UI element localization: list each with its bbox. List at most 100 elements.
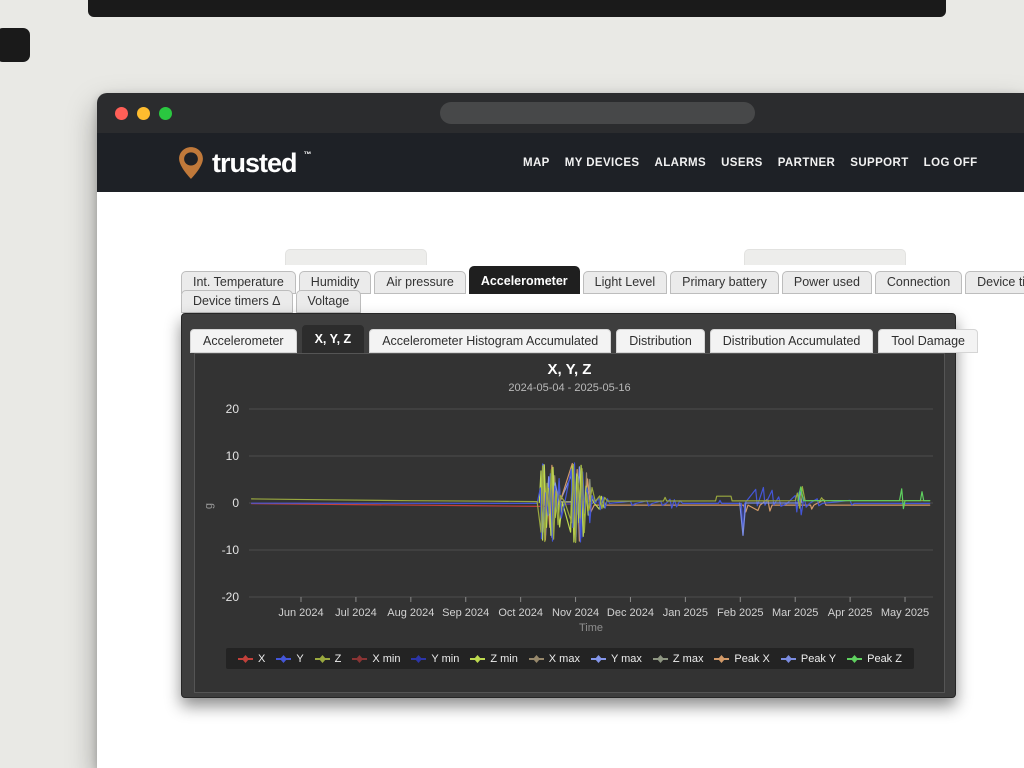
y-axis-label: g [203,503,215,509]
brand-name: trusted [212,148,297,179]
tab-device-timers[interactable]: Device timers [965,271,1024,294]
address-bar[interactable] [440,102,755,124]
background-top-bar-fragment [88,0,946,17]
legend-item-y[interactable]: Y [276,653,303,665]
brand-trademark: ™ [304,150,312,159]
legend-marker-icon [591,654,606,664]
legend-item-x-max[interactable]: X max [529,653,580,665]
legend-label: Y [296,653,303,665]
legend-item-peak-x[interactable]: Peak X [714,653,769,665]
location-pin-icon [176,144,206,182]
legend-item-z-max[interactable]: Z max [653,653,704,665]
x-tick-label: Oct 2024 [498,607,543,619]
minimize-window-button[interactable] [137,107,150,120]
nav-item-my-devices[interactable]: MY DEVICES [565,157,640,169]
tab-connection[interactable]: Connection [875,271,962,294]
app-navbar: trusted ™ MAP MY DEVICES ALARMS USERS PARTNER… [97,133,1024,192]
legend-item-y-max[interactable]: Y max [591,653,642,665]
legend-marker-icon [653,654,668,664]
nav-item-map[interactable]: MAP [523,157,550,169]
legend-marker-icon [411,654,426,664]
legend-marker-icon [238,654,253,664]
tab-air-pressure[interactable]: Air pressure [374,271,465,294]
subtab-x-y-z[interactable]: X, Y, Z [302,325,365,353]
nav-item-partner[interactable]: PARTNER [778,157,836,169]
legend-label: X max [549,653,580,665]
browser-window: trusted ™ MAP MY DEVICES ALARMS USERS PARTNER… [97,93,1024,768]
legend-item-peak-z[interactable]: Peak Z [847,653,902,665]
close-window-button[interactable] [115,107,128,120]
subtab-accelerometer[interactable]: Accelerometer [190,329,297,353]
tab-power-used[interactable]: Power used [782,271,872,294]
legend-label: Y min [431,653,459,665]
legend-marker-icon [847,654,862,664]
legend-label: X min [372,653,400,665]
x-tick-label: Dec 2024 [607,607,654,619]
legend-label: Z [335,653,342,665]
legend-marker-icon [315,654,330,664]
chart-title: X, Y, Z [195,361,944,378]
legend-label: Z max [673,653,704,665]
y-tick-label: 20 [226,402,240,416]
nav-item-users[interactable]: USERS [721,157,763,169]
x-tick-label: Jul 2024 [335,607,377,619]
legend-marker-icon [529,654,544,664]
legend-marker-icon [781,654,796,664]
ghost-tab [285,249,427,265]
x-tick-label: Jun 2024 [278,607,323,619]
legend-label: Y max [611,653,642,665]
tab-voltage[interactable]: Voltage [296,290,362,313]
chart-area: 20100-10-20Jun 2024Jul 2024Aug 2024Sep 2… [194,353,945,693]
nav-menu: MAP MY DEVICES ALARMS USERS PARTNER SUPPORT LO… [523,133,978,192]
legend-item-peak-y[interactable]: Peak Y [781,653,836,665]
tab-accelerometer[interactable]: Accelerometer [469,266,580,294]
y-tick-label: -20 [222,590,240,604]
subtab-accelerometer-histogram-accumulated[interactable]: Accelerometer Histogram Accumulated [369,329,611,353]
legend-item-x-min[interactable]: X min [352,653,400,665]
subtab-distribution[interactable]: Distribution [616,329,705,353]
xyz-line-chart: 20100-10-20Jun 2024Jul 2024Aug 2024Sep 2… [195,354,946,694]
x-tick-label: Aug 2024 [387,607,434,619]
traffic-lights [115,107,172,120]
legend-item-z-min[interactable]: Z min [470,653,518,665]
legend-label: Peak X [734,653,769,665]
brand-logo[interactable]: trusted ™ [176,144,311,182]
legend-marker-icon [714,654,729,664]
x-tick-label: May 2025 [881,607,929,619]
page-content: Int. TemperatureHumidityAir pressureAcce… [97,192,1024,768]
legend-marker-icon [276,654,291,664]
legend-label: Peak Y [801,653,836,665]
chart-legend: X Y Z X min Y min Z min X max Y max Z max Peak X P… [226,648,914,669]
zoom-window-button[interactable] [159,107,172,120]
legend-label: Peak Z [867,653,902,665]
x-tick-label: Nov 2024 [552,607,599,619]
legend-marker-icon [470,654,485,664]
legend-marker-icon [352,654,367,664]
background-corner-fragment [0,28,30,62]
y-tick-label: -10 [222,543,240,557]
accelerometer-panel: AccelerometerX, Y, ZAccelerometer Histog… [181,313,956,698]
y-tick-label: 0 [232,496,239,510]
x-tick-label: Apr 2025 [828,607,873,619]
nav-item-log-off[interactable]: LOG OFF [924,157,978,169]
x-tick-label: Sep 2024 [442,607,489,619]
legend-label: Z min [490,653,518,665]
sensor-tabs-row-2: Device timers ΔVoltage [181,290,361,313]
legend-label: X [258,653,265,665]
series-line-x [252,504,546,507]
tab-light-level[interactable]: Light Level [583,271,667,294]
nav-item-support[interactable]: SUPPORT [850,157,908,169]
ghost-tab [744,249,906,265]
legend-item-y-min[interactable]: Y min [411,653,459,665]
legend-item-z[interactable]: Z [315,653,342,665]
legend-item-x[interactable]: X [238,653,265,665]
subtab-tool-damage[interactable]: Tool Damage [878,329,978,353]
nav-item-alarms[interactable]: ALARMS [655,157,707,169]
chart-date-range: 2024-05-04 - 2025-05-16 [195,382,944,394]
tab-device-timers-[interactable]: Device timers Δ [181,290,293,313]
x-axis-label: Time [579,622,603,634]
x-tick-label: Mar 2025 [772,607,818,619]
tab-primary-battery[interactable]: Primary battery [670,271,779,294]
subtab-distribution-accumulated[interactable]: Distribution Accumulated [710,329,874,353]
chart-subtabs: AccelerometerX, Y, ZAccelerometer Histog… [190,325,978,353]
